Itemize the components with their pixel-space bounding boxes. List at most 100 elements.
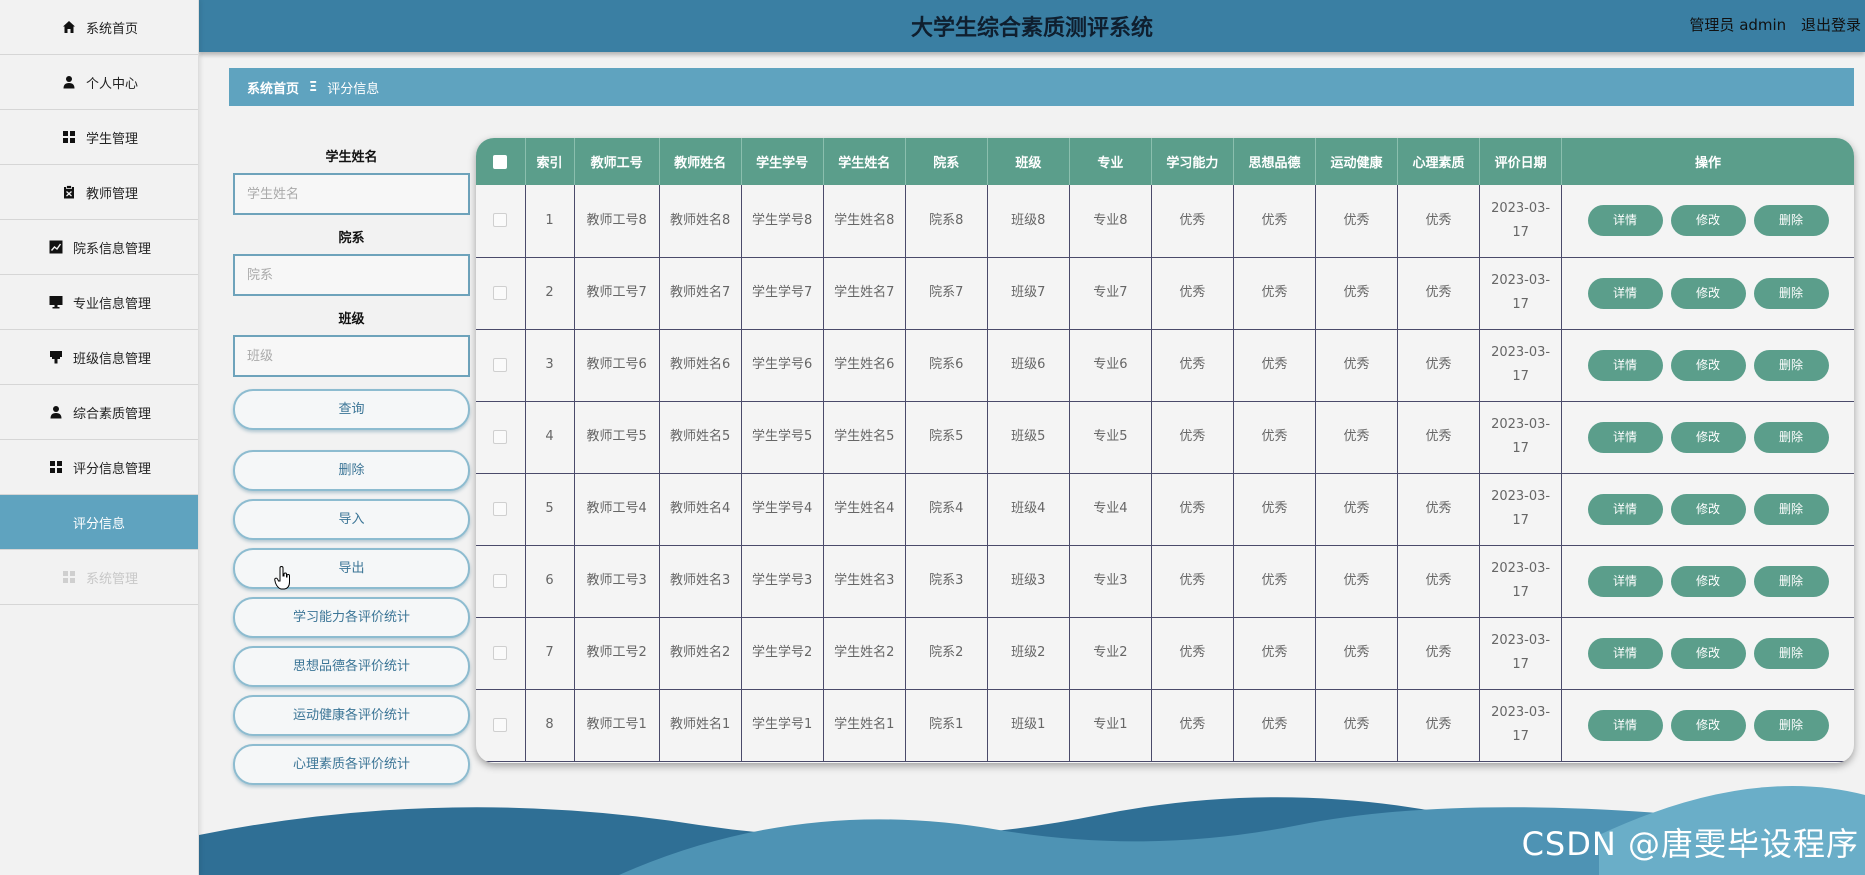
table-cell: 专业8: [1069, 185, 1152, 258]
edit-button[interactable]: 修改: [1670, 205, 1746, 237]
edit-button[interactable]: 修改: [1670, 637, 1746, 669]
department-label: 院系: [338, 231, 365, 246]
detail-button[interactable]: 详情: [1587, 421, 1663, 453]
sports-stats-button[interactable]: 运动健康各评价统计: [233, 695, 470, 736]
row-checkbox[interactable]: [493, 429, 508, 444]
breadcrumb-current: 评分信息: [327, 81, 380, 97]
detail-button[interactable]: 详情: [1587, 349, 1663, 381]
grid-icon: [60, 568, 78, 586]
student-name-input[interactable]: [233, 173, 470, 215]
column-header[interactable]: 思想品德: [1233, 138, 1316, 185]
row-delete-button[interactable]: 删除: [1753, 637, 1829, 669]
table-cell: 优秀: [1397, 689, 1481, 762]
row-delete-button[interactable]: 删除: [1753, 421, 1829, 453]
table-cell: 优秀: [1315, 401, 1399, 474]
table-cell: 3: [525, 329, 575, 402]
row-delete-button[interactable]: 删除: [1753, 709, 1829, 741]
sidebar-item-quality-mgmt[interactable]: 综合素质管理: [0, 385, 198, 440]
import-button[interactable]: 导入: [233, 499, 470, 540]
sidebar-item-score-info[interactable]: 评分信息: [0, 495, 198, 550]
column-header[interactable]: 索引: [525, 138, 575, 185]
detail-button[interactable]: 详情: [1587, 277, 1663, 309]
table-cell: 8: [525, 689, 575, 762]
row-checkbox[interactable]: [493, 213, 508, 228]
column-header[interactable]: 学生学号: [741, 138, 824, 185]
table-cell: 班级5: [987, 401, 1070, 474]
column-header[interactable]: 教师工号: [574, 138, 660, 185]
table-cell: 学生学号3: [741, 545, 824, 618]
delete-button[interactable]: 删除: [233, 450, 470, 491]
detail-button[interactable]: 详情: [1587, 709, 1663, 741]
column-header[interactable]: 学习能力: [1151, 138, 1234, 185]
table-row[interactable]: 1 教师工号8 教师姓名8 学生学号8 学生姓名8 院系8 班级8 专业8 优秀 优秀 优秀 优秀 20…: [476, 185, 1854, 258]
export-button[interactable]: 导出: [233, 548, 470, 589]
row-checkbox[interactable]: [493, 717, 508, 732]
select-all-checkbox[interactable]: [493, 154, 508, 169]
row-select-cell: [476, 257, 526, 330]
table-cell: 院系6: [905, 329, 988, 402]
sidebar-item-department-mgmt[interactable]: 院系信息管理: [0, 220, 198, 275]
table-cell: 专业1: [1069, 689, 1152, 762]
learning-stats-button[interactable]: 学习能力各评价统计: [233, 597, 470, 638]
table-cell: 优秀: [1397, 545, 1481, 618]
table-row[interactable]: 2 教师工号7 教师姓名7 学生学号7 学生姓名7 院系7 班级7 专业7 优秀 优秀 优秀 优秀 20…: [476, 257, 1854, 330]
edit-button[interactable]: 修改: [1670, 709, 1746, 741]
sidebar-item-teacher-mgmt[interactable]: 教师管理: [0, 165, 198, 220]
column-header[interactable]: 学生姓名: [823, 138, 906, 185]
edit-button[interactable]: 修改: [1670, 349, 1746, 381]
breadcrumb-separator: Ξ: [309, 79, 318, 95]
table-row[interactable]: 6 教师工号3 教师姓名3 学生学号3 学生姓名3 院系3 班级3 专业3 优秀 优秀 优秀 优秀 20…: [476, 545, 1854, 618]
detail-button[interactable]: 详情: [1587, 637, 1663, 669]
table-row[interactable]: 4 教师工号5 教师姓名5 学生学号5 学生姓名5 院系5 班级5 专业5 优秀 优秀 优秀 优秀 20…: [476, 401, 1854, 474]
edit-button[interactable]: 修改: [1670, 493, 1746, 525]
breadcrumb-home[interactable]: 系统首页: [247, 78, 299, 97]
class-input[interactable]: [233, 335, 470, 377]
department-input[interactable]: [233, 254, 470, 296]
column-header[interactable]: 心理素质: [1397, 138, 1481, 185]
table-row[interactable]: 5 教师工号4 教师姓名4 学生学号4 学生姓名4 院系4 班级4 专业4 优秀 优秀 优秀 优秀 20…: [476, 473, 1854, 546]
grid-icon: [60, 128, 78, 146]
row-delete-button[interactable]: 删除: [1753, 277, 1829, 309]
row-delete-button[interactable]: 删除: [1753, 205, 1829, 237]
edit-button[interactable]: 修改: [1670, 277, 1746, 309]
row-checkbox[interactable]: [493, 357, 508, 372]
row-select-cell: [476, 689, 526, 762]
query-button[interactable]: 查询: [233, 389, 470, 430]
column-header[interactable]: 班级: [987, 138, 1070, 185]
table-cell: 教师姓名7: [659, 257, 742, 330]
row-checkbox[interactable]: [493, 501, 508, 516]
column-header[interactable]: 运动健康: [1315, 138, 1399, 185]
logout-link[interactable]: 退出登录: [1801, 16, 1861, 34]
row-checkbox[interactable]: [493, 285, 508, 300]
column-header[interactable]: 教师姓名: [659, 138, 742, 185]
row-delete-button[interactable]: 删除: [1753, 349, 1829, 381]
edit-button[interactable]: 修改: [1670, 421, 1746, 453]
edit-button[interactable]: 修改: [1670, 565, 1746, 597]
column-header[interactable]: 专业: [1069, 138, 1152, 185]
row-checkbox[interactable]: [493, 645, 508, 660]
table-cell: 教师姓名4: [659, 473, 742, 546]
sidebar-item-home[interactable]: 系统首页: [0, 0, 198, 55]
column-header[interactable]: 评价日期: [1479, 138, 1563, 185]
row-delete-button[interactable]: 删除: [1753, 493, 1829, 525]
sidebar-item-personal-center[interactable]: 个人中心: [0, 55, 198, 110]
table-row[interactable]: 7 教师工号2 教师姓名2 学生学号2 学生姓名2 院系2 班级2 专业2 优秀 优秀 优秀 优秀 20…: [476, 617, 1854, 690]
grid-icon: [47, 458, 65, 476]
sidebar-item-class-mgmt[interactable]: 班级信息管理: [0, 330, 198, 385]
detail-button[interactable]: 详情: [1587, 565, 1663, 597]
sidebar-item-student-mgmt[interactable]: 学生管理: [0, 110, 198, 165]
sidebar: 系统首页 个人中心 学生管理 教师管理 院系信息管理 专业信息管理 班级信息管理…: [0, 0, 199, 875]
table-row[interactable]: 3 教师工号6 教师姓名6 学生学号6 学生姓名6 院系6 班级6 专业6 优秀 优秀 优秀 优秀 20…: [476, 329, 1854, 402]
table-cell: 2023-03-17: [1479, 617, 1563, 690]
table-cell: 院系7: [905, 257, 988, 330]
morality-stats-button[interactable]: 思想品德各评价统计: [233, 646, 470, 687]
sidebar-item-major-mgmt[interactable]: 专业信息管理: [0, 275, 198, 330]
row-delete-button[interactable]: 删除: [1753, 565, 1829, 597]
sidebar-item-system-mgmt[interactable]: 系统管理: [0, 550, 198, 605]
column-header[interactable]: 院系: [905, 138, 988, 185]
row-checkbox[interactable]: [493, 573, 508, 588]
table-row[interactable]: 8 教师工号1 教师姓名1 学生学号1 学生姓名1 院系1 班级1 专业1 优秀 优秀 优秀 优秀 20…: [476, 689, 1854, 762]
detail-button[interactable]: 详情: [1587, 493, 1663, 525]
sidebar-item-score-mgmt[interactable]: 评分信息管理: [0, 440, 198, 495]
detail-button[interactable]: 详情: [1587, 205, 1663, 237]
